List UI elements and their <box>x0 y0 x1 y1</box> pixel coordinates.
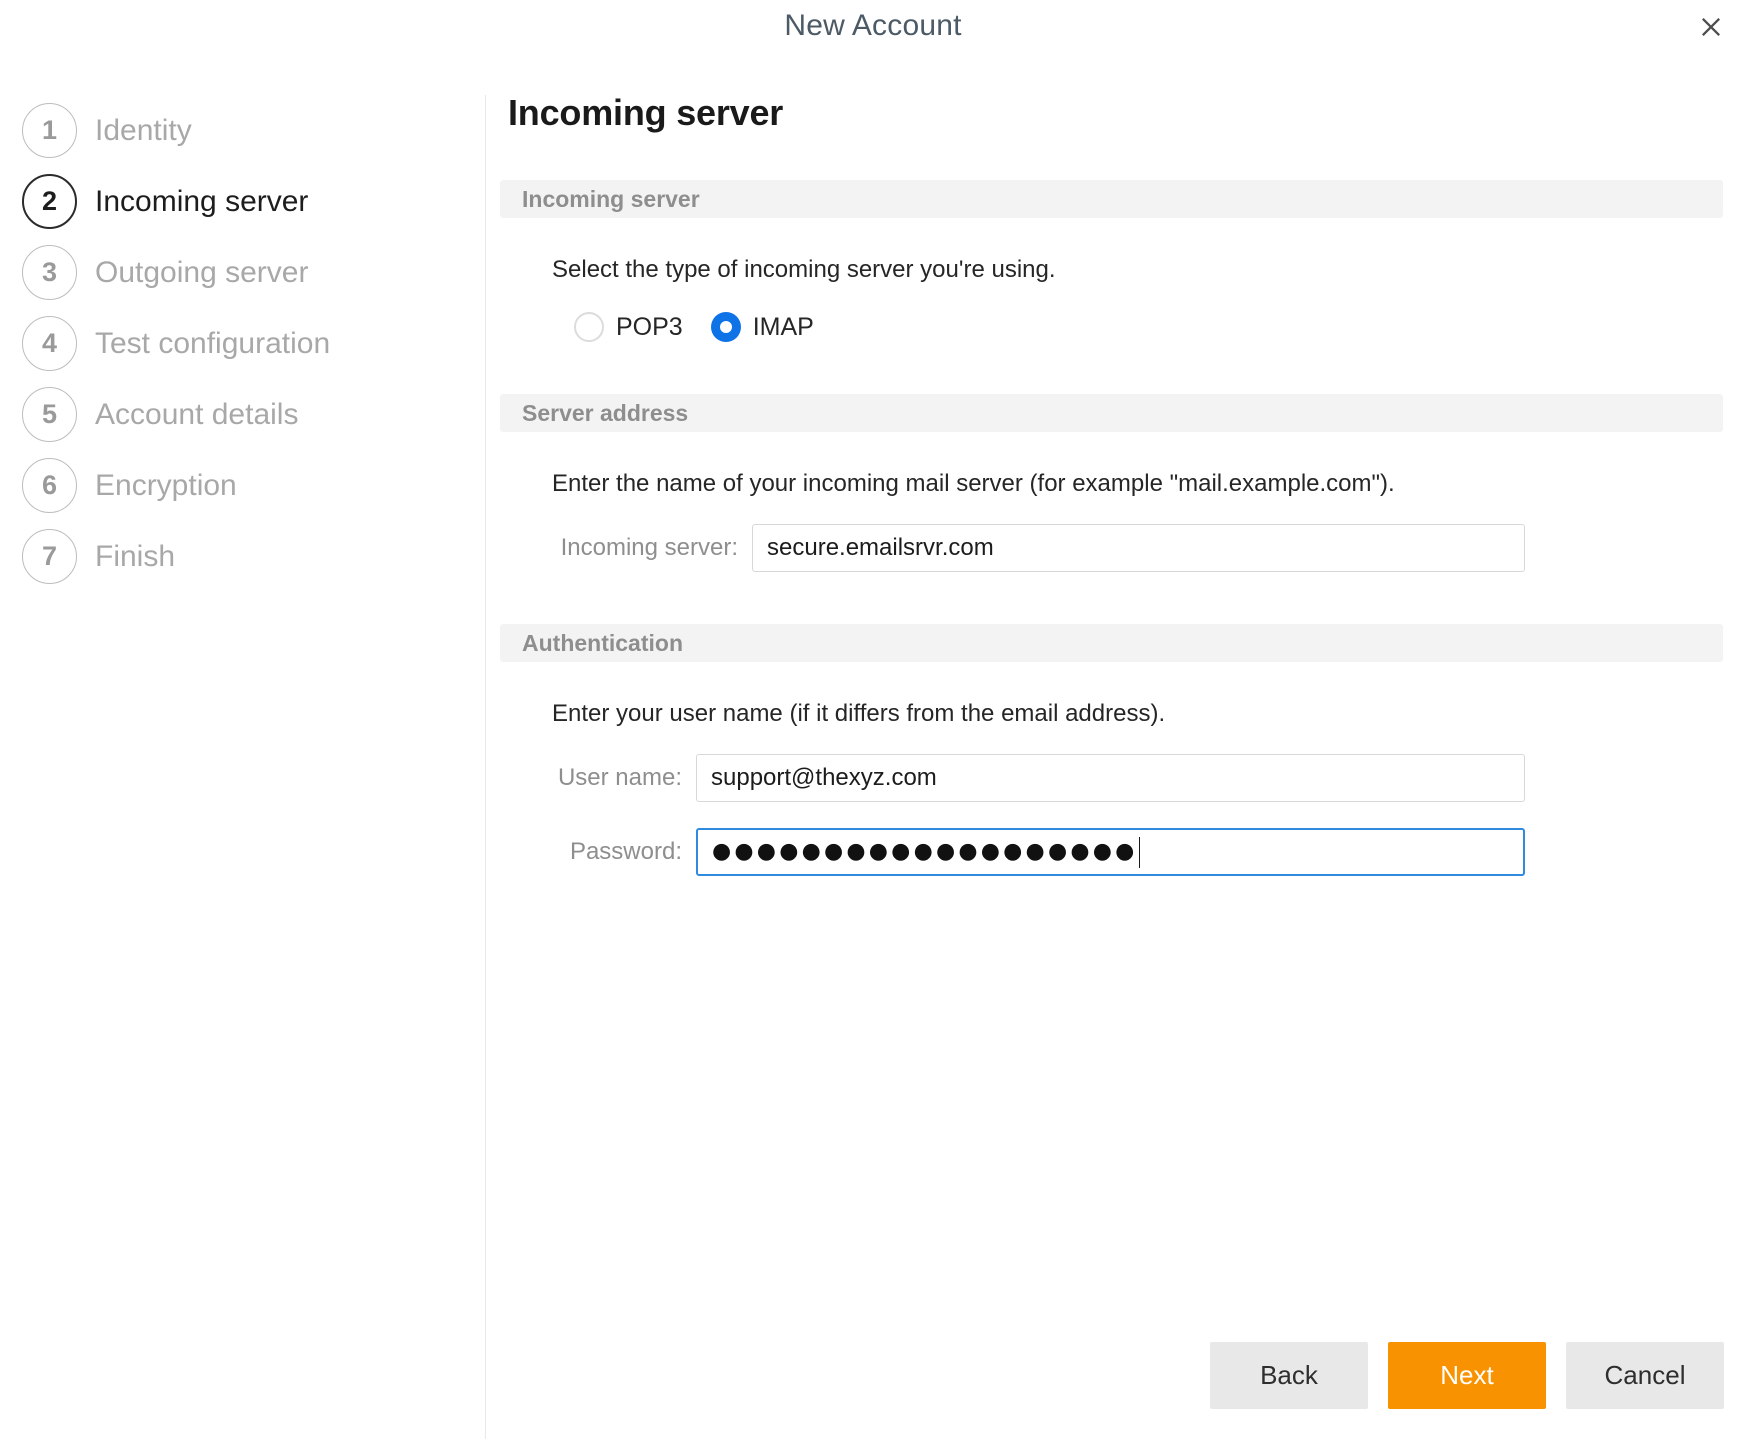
authentication-help-text: Enter your user name (if it differs from… <box>552 700 1166 727</box>
password-field-row: Password: ●●●●●●●●●●●●●●●●●●● <box>552 828 1715 876</box>
radio-label-pop3: POP3 <box>616 312 683 341</box>
step-number-badge: 5 <box>22 387 77 442</box>
sidebar-step-account-details[interactable]: 5 Account details <box>0 379 485 450</box>
sidebar-step-label: Incoming server <box>95 184 309 218</box>
section-body-authentication: Enter your user name (if it differs from… <box>500 700 1723 876</box>
back-button[interactable]: Back <box>1210 1342 1368 1409</box>
page-title: Incoming server <box>508 92 784 133</box>
incoming-server-input[interactable] <box>752 524 1525 572</box>
sidebar-step-label: Outgoing server <box>95 255 309 289</box>
password-label: Password: <box>569 838 682 865</box>
wizard-step-list: 1 Identity 2 Incoming server 3 Outgoing … <box>0 95 485 592</box>
sidebar-step-outgoing-server[interactable]: 3 Outgoing server <box>0 237 485 308</box>
sidebar-step-identity[interactable]: 1 Identity <box>0 95 485 166</box>
section-header-incoming-server: Incoming server <box>500 180 1723 218</box>
sidebar-step-label: Finish <box>95 539 176 573</box>
sidebar-step-encryption[interactable]: 6 Encryption <box>0 450 485 521</box>
sidebar-step-finish[interactable]: 7 Finish <box>0 521 485 592</box>
sidebar-step-label: Identity <box>95 113 192 147</box>
radio-option-imap[interactable]: IMAP <box>710 312 814 342</box>
step-number-badge: 7 <box>22 529 77 584</box>
next-button[interactable]: Next <box>1388 1342 1546 1409</box>
sidebar-step-label: Account details <box>95 397 299 431</box>
section-header-authentication: Authentication <box>500 624 1723 662</box>
step-number-badge: 1 <box>22 103 77 158</box>
incoming-server-label: Incoming server: <box>560 534 738 561</box>
radio-label-imap: IMAP <box>752 312 814 341</box>
step-number-badge: 6 <box>22 458 77 513</box>
sidebar-step-label: Test configuration <box>95 326 331 360</box>
radio-icon-unchecked <box>574 312 604 342</box>
password-input[interactable]: ●●●●●●●●●●●●●●●●●●● <box>696 828 1525 876</box>
step-number-badge: 4 <box>22 316 77 371</box>
server-type-radio-group: POP3 IMAP <box>552 312 1715 342</box>
section-body-incoming-server: Select the type of incoming server you'r… <box>500 256 1723 342</box>
sidebar-step-label: Encryption <box>95 468 237 502</box>
username-field-row: User name: <box>552 754 1715 802</box>
radio-icon-checked <box>710 312 741 342</box>
step-number-badge: 2 <box>22 174 77 229</box>
sidebar-step-test-configuration[interactable]: 4 Test configuration <box>0 308 485 379</box>
username-input[interactable] <box>696 754 1525 802</box>
username-label: User name: <box>557 764 682 791</box>
server-address-help-text: Enter the name of your incoming mail ser… <box>552 470 1395 497</box>
main-pane: Incoming server Incoming server Select t… <box>486 0 1746 1439</box>
step-number-badge: 3 <box>22 245 77 300</box>
section-body-server-address: Enter the name of your incoming mail ser… <box>500 470 1723 572</box>
cancel-button[interactable]: Cancel <box>1566 1342 1724 1409</box>
incoming-server-help-text: Select the type of incoming server you'r… <box>552 256 1056 283</box>
radio-option-pop3[interactable]: POP3 <box>574 312 683 342</box>
incoming-server-field-row: Incoming server: <box>552 524 1715 572</box>
wizard-footer: Back Next Cancel <box>1210 1342 1724 1409</box>
form-content: Incoming server Select the type of incom… <box>500 180 1723 876</box>
sidebar-step-incoming-server[interactable]: 2 Incoming server <box>0 166 485 237</box>
text-caret <box>1138 836 1141 868</box>
section-header-server-address: Server address <box>500 394 1723 432</box>
password-masked-value: ●●●●●●●●●●●●●●●●●●● <box>712 839 1138 864</box>
